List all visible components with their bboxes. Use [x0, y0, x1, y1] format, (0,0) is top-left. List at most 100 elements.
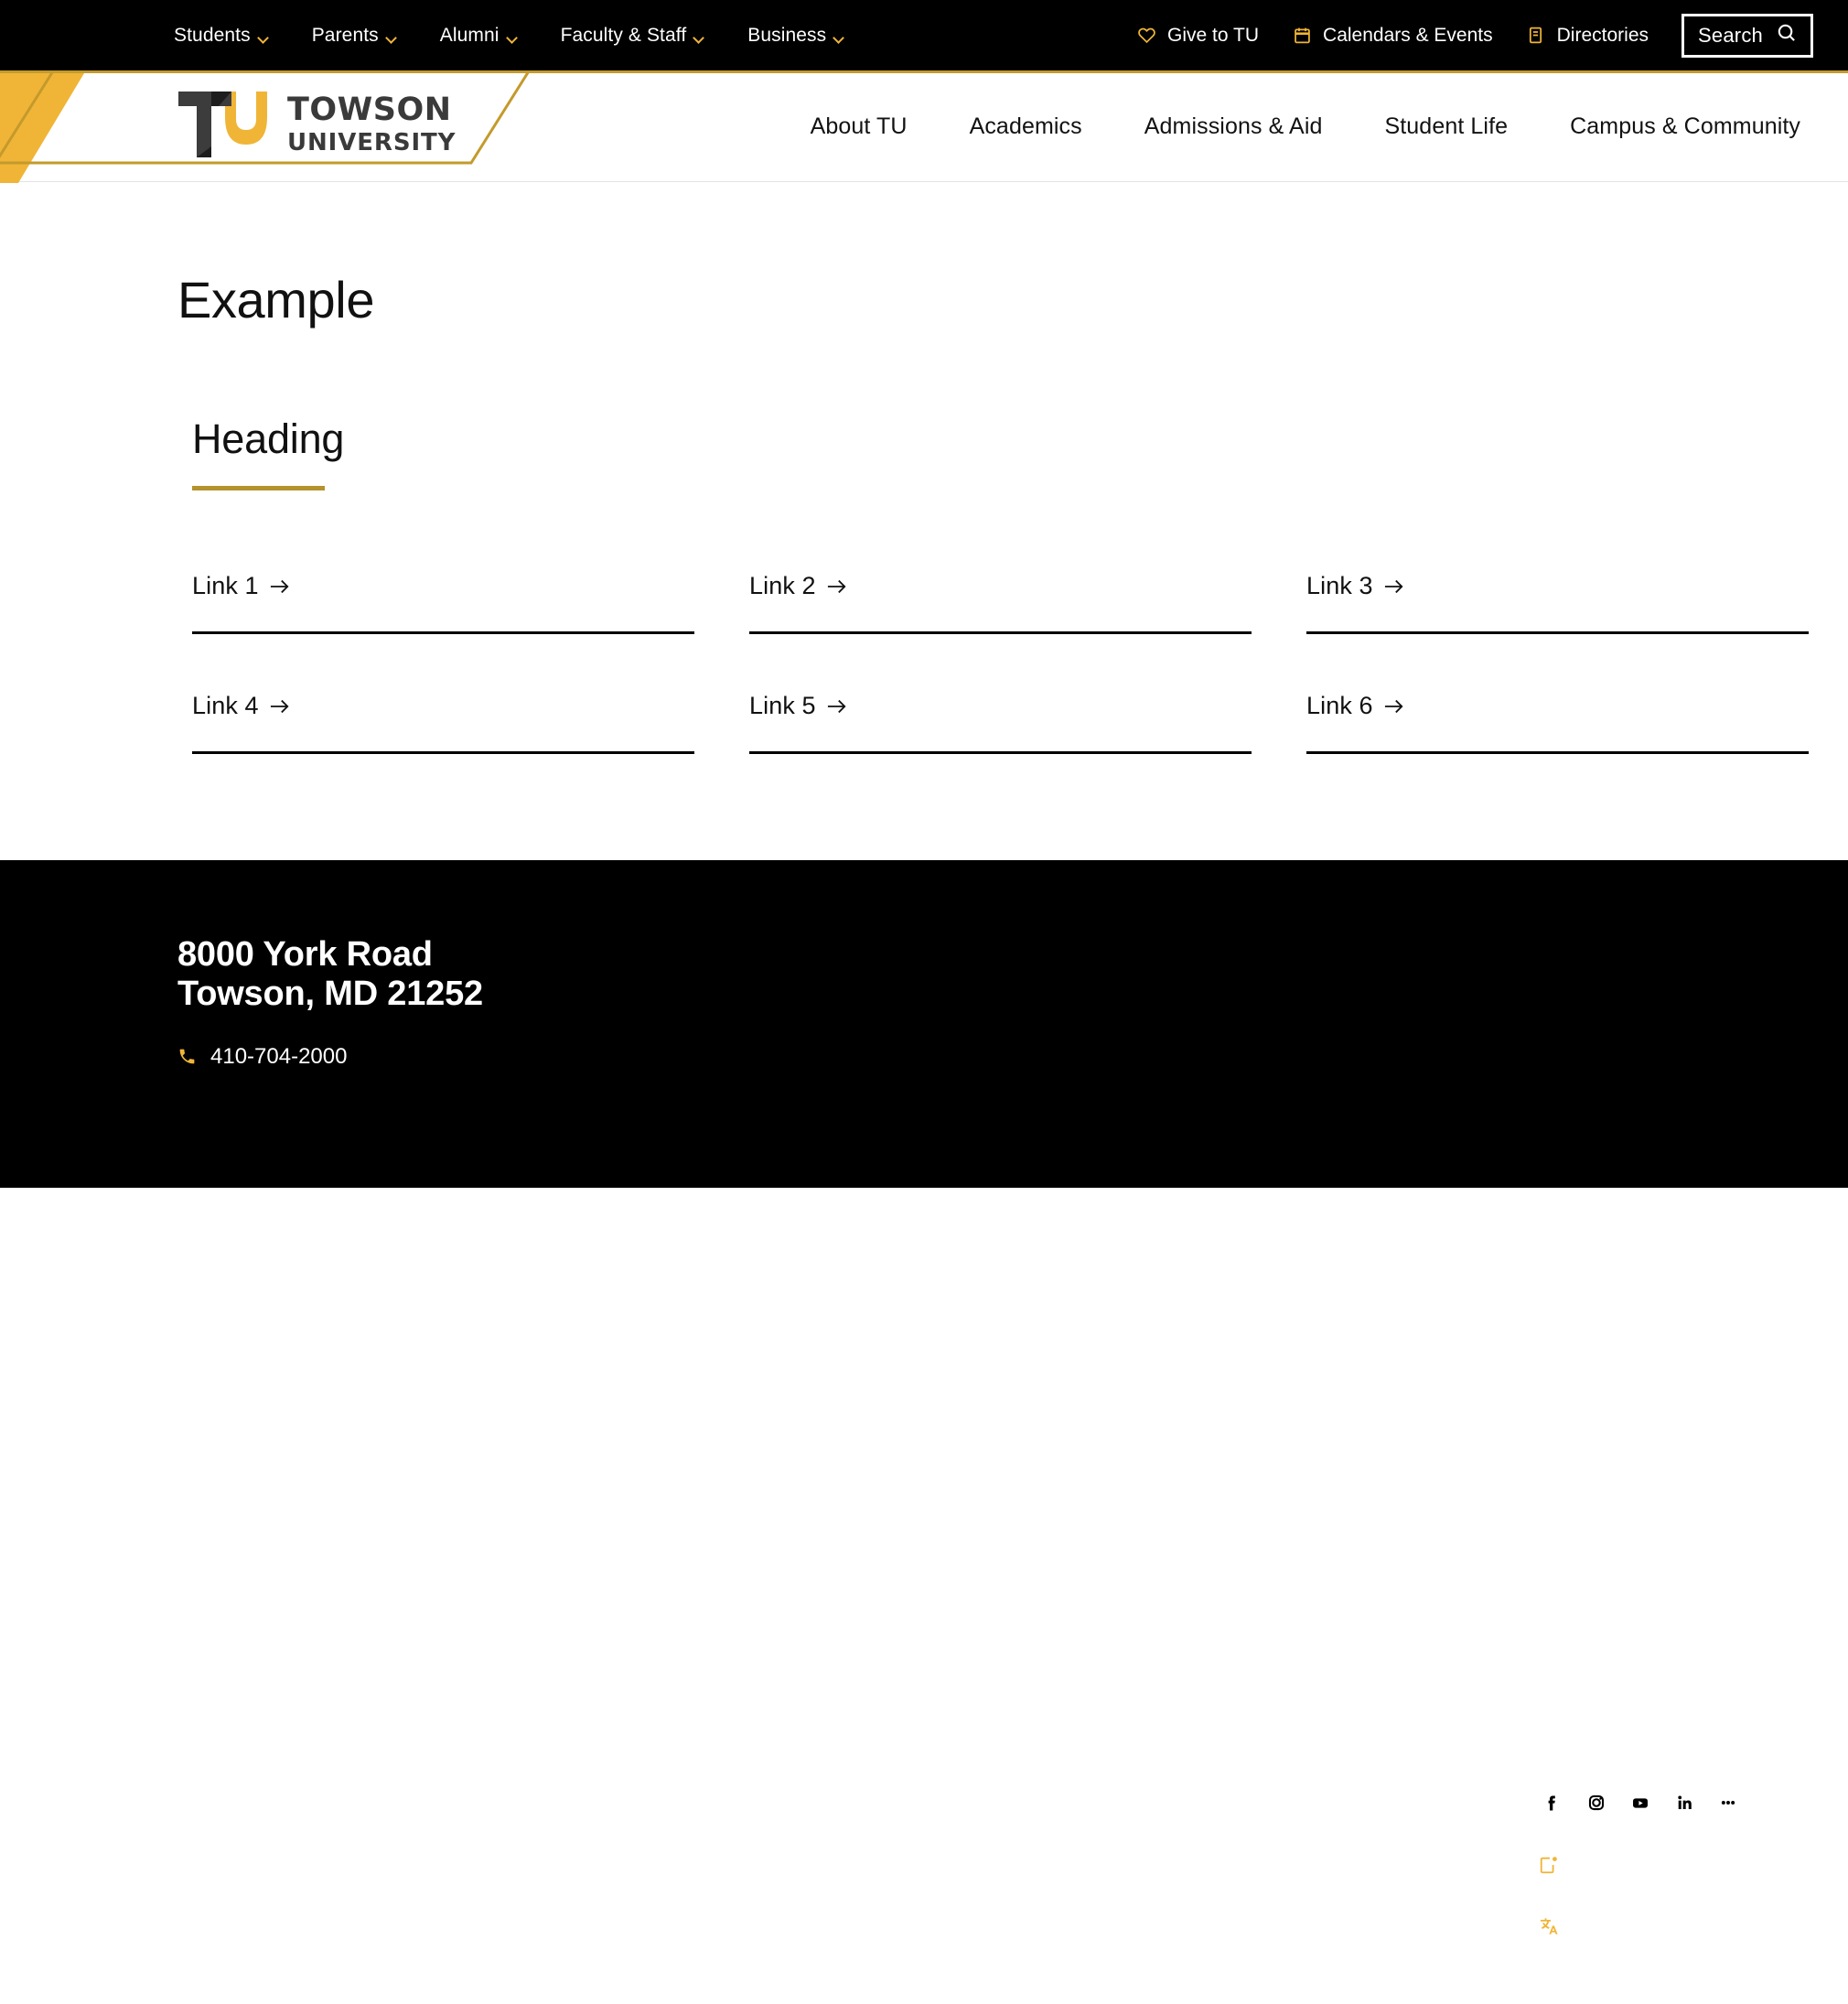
text-alert-icon	[1539, 1855, 1560, 1876]
audience-label: Faculty & Staff	[561, 25, 687, 47]
related-link-label: Link 1	[192, 572, 259, 600]
arrow-right-icon	[270, 699, 290, 714]
footer-phone-link[interactable]: 410-704-2000	[177, 1044, 483, 1070]
audience-item-business[interactable]: Business	[747, 25, 844, 47]
chevron-down-icon	[508, 34, 518, 40]
chevron-down-icon	[694, 34, 704, 40]
nav-item-about-tu[interactable]: About TU	[811, 113, 908, 140]
social-links	[1539, 1789, 1771, 1816]
book-icon	[1526, 26, 1546, 46]
search-button[interactable]: Search	[1681, 14, 1813, 58]
audience-label: Business	[747, 25, 826, 47]
heart-icon	[1136, 26, 1156, 46]
related-link-item[interactable]: Link 3	[1306, 572, 1809, 634]
related-link-item[interactable]: Link 6	[1306, 692, 1809, 754]
footer-link-clery-report[interactable]: Clery Report	[1091, 1902, 1219, 1928]
directories-label: Directories	[1557, 25, 1649, 47]
related-link-label: Link 2	[749, 572, 816, 600]
site-logo[interactable]: TOWSON UNIVERSITY	[177, 90, 456, 159]
calendar-icon	[1292, 26, 1312, 46]
related-link-label: Link 4	[192, 692, 259, 720]
arrow-right-icon	[1384, 699, 1404, 714]
facebook-icon[interactable]	[1539, 1789, 1566, 1816]
logo-wordmark: TOWSON UNIVERSITY	[287, 94, 456, 155]
footer-phone-number: 410-704-2000	[210, 1044, 347, 1070]
related-links-grid: Link 1 Link 2 Link 3 Link 4 Link	[192, 572, 1802, 754]
main-navigation: About TU Academics Admissions & Aid Stud…	[811, 70, 1800, 182]
related-link-label-wrap: Link 2	[749, 572, 847, 600]
translate-link[interactable]: Translate	[1539, 1914, 1771, 1939]
translate-icon	[1539, 1916, 1560, 1937]
calendars-events-label: Calendars & Events	[1323, 25, 1493, 47]
calendars-events-link[interactable]: Calendars & Events	[1292, 25, 1493, 47]
nav-item-admissions-aid[interactable]: Admissions & Aid	[1144, 113, 1323, 140]
chevron-down-icon	[387, 34, 397, 40]
give-to-tu-label: Give to TU	[1167, 25, 1259, 47]
arrow-right-icon	[1384, 579, 1404, 594]
more-icon[interactable]	[1714, 1789, 1742, 1816]
page-title: Example	[177, 270, 374, 329]
arrow-right-icon	[827, 579, 847, 594]
related-link-item[interactable]: Link 2	[749, 572, 1252, 634]
audience-label: Students	[174, 25, 251, 47]
related-link-item[interactable]: Link 1	[192, 572, 694, 634]
utility-bar: Students Parents Alumni Faculty & Staff …	[0, 0, 1848, 70]
related-link-label-wrap: Link 6	[1306, 692, 1404, 720]
footer-links-column-a: Contact Us Directions & Parking Work at …	[688, 1801, 895, 1928]
section-heading-rule	[192, 486, 325, 490]
related-link-label-wrap: Link 1	[192, 572, 290, 600]
nav-item-campus-community[interactable]: Campus & Community	[1570, 113, 1800, 140]
logo-word-towson: TOWSON	[287, 94, 456, 126]
related-link-label-wrap: Link 4	[192, 692, 290, 720]
youtube-icon[interactable]	[1627, 1789, 1654, 1816]
nav-item-academics[interactable]: Academics	[970, 113, 1082, 140]
utility-links: Give to TU Calendars & Events	[1136, 0, 1813, 70]
linkedin-icon[interactable]	[1671, 1789, 1698, 1816]
footer-links-column-b: Accessibility Privacy Clery Report	[1091, 1801, 1219, 1928]
audience-item-alumni[interactable]: Alumni	[440, 25, 518, 47]
footer-link-accessibility[interactable]: Accessibility	[1091, 1801, 1219, 1827]
phone-icon	[177, 1047, 198, 1067]
translate-label: Translate	[1573, 1914, 1660, 1939]
footer-right-column: Sign up for text alerts Translate Copyri…	[1539, 1789, 1771, 2004]
footer-link-directions-parking[interactable]: Directions & Parking	[688, 1851, 895, 1878]
gold-divider-rule	[0, 70, 1848, 73]
related-link-label: Link 3	[1306, 572, 1373, 600]
arrow-right-icon	[270, 579, 290, 594]
footer-copyright: Copyright © 2024	[1539, 1979, 1771, 2004]
related-link-label-wrap: Link 3	[1306, 572, 1404, 600]
footer-link-privacy[interactable]: Privacy	[1091, 1851, 1219, 1878]
chevron-down-icon	[259, 34, 269, 40]
text-alerts-label: Sign up for text alerts	[1573, 1853, 1771, 1878]
footer-link-contact-us[interactable]: Contact Us	[688, 1801, 895, 1827]
give-to-tu-link[interactable]: Give to TU	[1136, 25, 1259, 47]
search-icon	[1776, 22, 1797, 48]
arrow-right-icon	[827, 699, 847, 714]
related-link-label: Link 6	[1306, 692, 1373, 720]
search-button-label: Search	[1698, 24, 1763, 48]
site-footer: 8000 York Road Towson, MD 21252 410-704-…	[0, 860, 1848, 1188]
footer-address-line-2: Towson, MD 21252	[177, 975, 483, 1014]
footer-address-block: 8000 York Road Towson, MD 21252 410-704-…	[177, 935, 483, 1070]
nav-item-student-life[interactable]: Student Life	[1384, 113, 1508, 140]
audience-nav: Students Parents Alumni Faculty & Staff …	[174, 0, 844, 70]
audience-label: Alumni	[440, 25, 500, 47]
footer-link-work-at-tu[interactable]: Work at TU	[688, 1902, 895, 1928]
related-link-label: Link 5	[749, 692, 816, 720]
audience-item-parents[interactable]: Parents	[312, 25, 397, 47]
related-link-item[interactable]: Link 5	[749, 692, 1252, 754]
text-alerts-link[interactable]: Sign up for text alerts	[1539, 1853, 1771, 1878]
tu-monogram-icon	[177, 90, 275, 159]
related-link-label-wrap: Link 5	[749, 692, 847, 720]
section-heading: Heading	[192, 415, 344, 463]
footer-address-line-1: 8000 York Road	[177, 935, 483, 975]
logo-word-university: UNIVERSITY	[287, 131, 456, 155]
related-link-item[interactable]: Link 4	[192, 692, 694, 754]
audience-item-students[interactable]: Students	[174, 25, 269, 47]
audience-label: Parents	[312, 25, 379, 47]
main-content: Example Heading Link 1 Link 2 Link 3 Lin…	[0, 183, 1848, 860]
instagram-icon[interactable]	[1583, 1789, 1610, 1816]
audience-item-faculty-staff[interactable]: Faculty & Staff	[561, 25, 705, 47]
directories-link[interactable]: Directories	[1526, 25, 1649, 47]
chevron-down-icon	[834, 34, 844, 40]
